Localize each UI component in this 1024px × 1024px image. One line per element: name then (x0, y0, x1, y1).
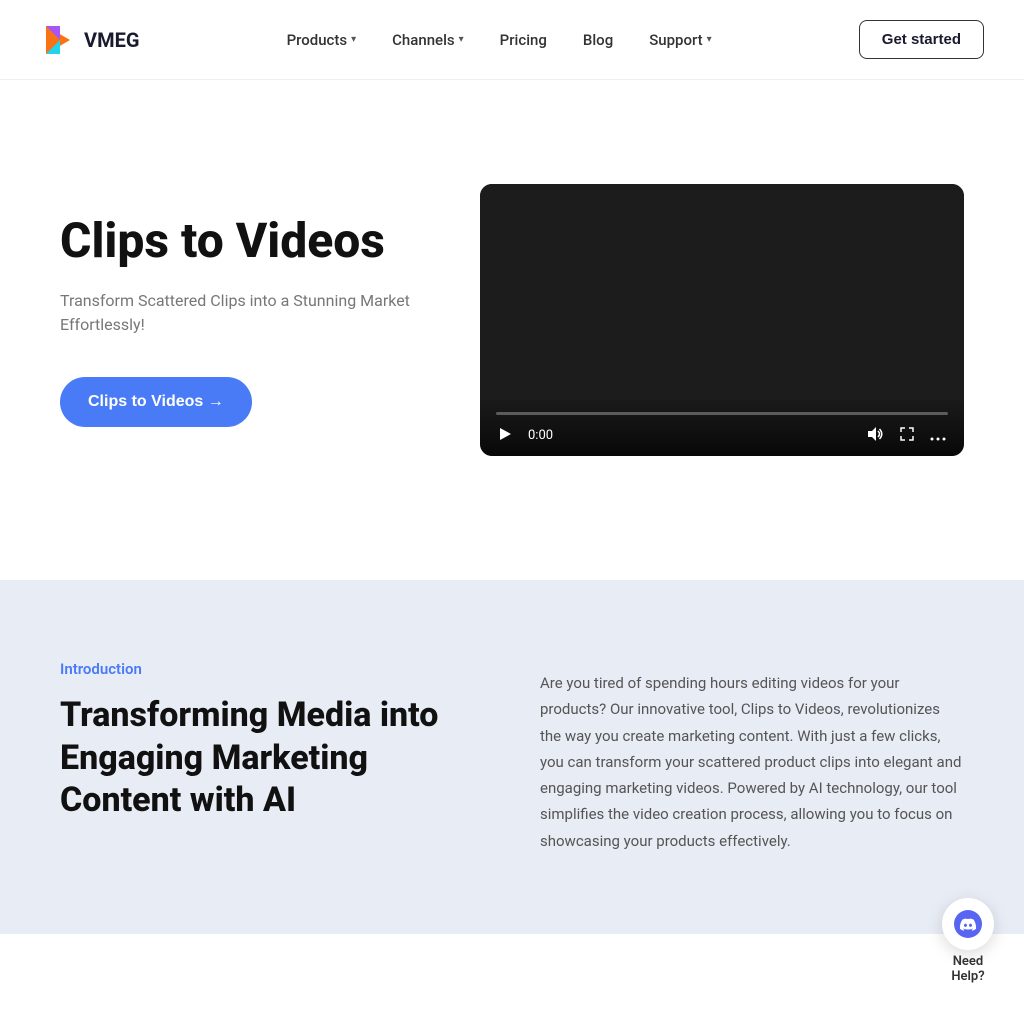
video-player[interactable]: 0:00 (480, 184, 964, 456)
nav-item-products[interactable]: Products ▾ (287, 31, 357, 49)
get-started-button[interactable]: Get started (859, 20, 984, 59)
nav-link-support[interactable]: Support (649, 31, 702, 49)
hero-section: Clips to Videos Transform Scattered Clip… (0, 80, 1024, 580)
chevron-down-icon: ▾ (459, 34, 464, 45)
video-bottom-controls: 0:00 (496, 425, 948, 446)
nav-link-pricing[interactable]: Pricing (500, 31, 547, 49)
navbar: VMEG Products ▾ Channels ▾ Pricing Blog … (0, 0, 1024, 80)
hero-title: Clips to Videos (60, 213, 440, 268)
nav-item-blog[interactable]: Blog (583, 31, 613, 49)
intro-section: Introduction Transforming Media into Eng… (0, 580, 1024, 934)
intro-left: Introduction Transforming Media into Eng… (60, 660, 480, 822)
nav-item-channels[interactable]: Channels ▾ (392, 31, 464, 49)
more-options-button[interactable] (928, 425, 948, 446)
video-player-wrapper: 0:00 (480, 184, 964, 456)
intro-heading: Transforming Media into Engaging Marketi… (60, 694, 480, 822)
logo-icon (40, 22, 76, 58)
nav-link-products[interactable]: Products (287, 31, 348, 49)
fullscreen-button[interactable] (898, 425, 916, 446)
nav-link-blog[interactable]: Blog (583, 31, 613, 49)
intro-right: Are you tired of spending hours editing … (540, 660, 964, 854)
logo-text: VMEG (84, 28, 139, 52)
discord-button[interactable] (942, 898, 994, 950)
nav-link-channels[interactable]: Channels (392, 31, 455, 49)
intro-body: Are you tired of spending hours editing … (540, 670, 964, 854)
mute-button[interactable] (866, 425, 886, 446)
discord-label: NeedHelp? (951, 954, 984, 984)
video-right-controls (866, 425, 948, 446)
discord-widget: NeedHelp? (942, 898, 994, 984)
intro-label: Introduction (60, 660, 480, 678)
chevron-down-icon: ▾ (351, 34, 356, 45)
play-button[interactable] (496, 425, 514, 446)
nav-item-pricing[interactable]: Pricing (500, 31, 547, 49)
discord-icon (954, 910, 982, 938)
nav-links: Products ▾ Channels ▾ Pricing Blog Suppo… (287, 31, 712, 49)
clips-to-videos-button[interactable]: Clips to Videos → (60, 377, 252, 427)
video-progress-bar[interactable] (496, 412, 948, 415)
video-time: 0:00 (528, 428, 553, 443)
chevron-down-icon: ▾ (707, 34, 712, 45)
hero-subtitle: Transform Scattered Clips into a Stunnin… (60, 289, 440, 337)
nav-item-support[interactable]: Support ▾ (649, 31, 712, 49)
video-controls: 0:00 (480, 400, 964, 456)
hero-left: Clips to Videos Transform Scattered Clip… (60, 213, 440, 426)
logo[interactable]: VMEG (40, 22, 139, 58)
